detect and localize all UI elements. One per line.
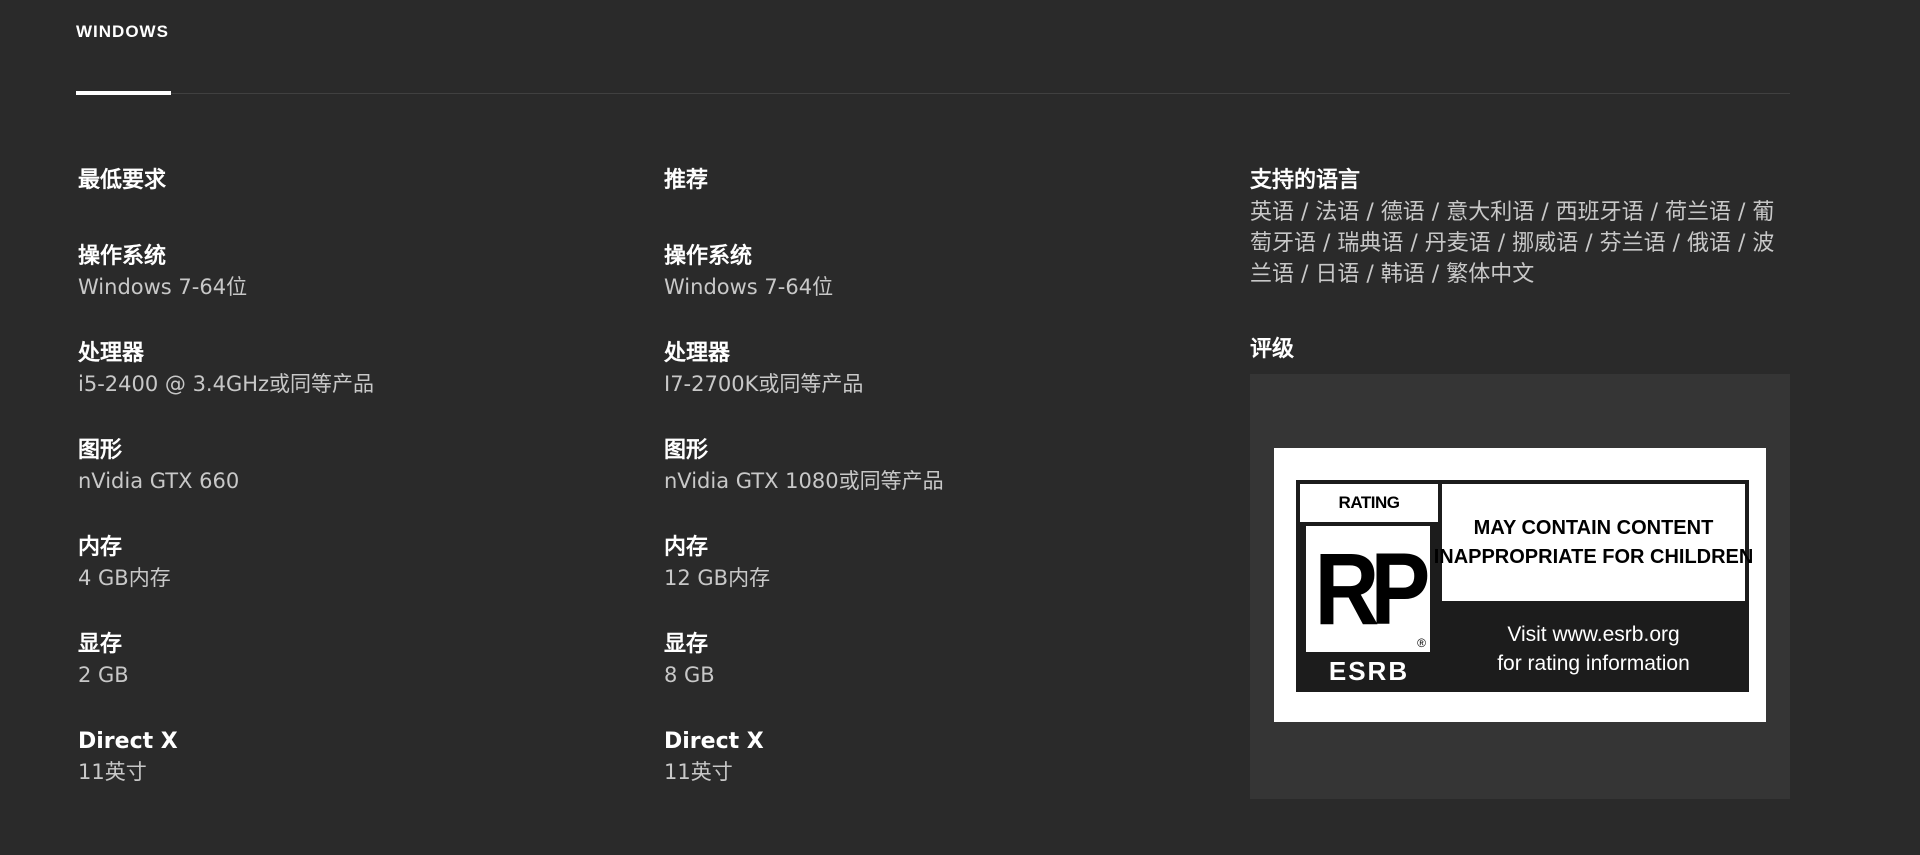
spec-value: Windows 7-64位 bbox=[664, 275, 834, 299]
spec-os: 操作系统 Windows 7-64位 bbox=[664, 241, 1184, 338]
tab-divider bbox=[76, 93, 1790, 94]
spec-memory: 内存 12 GB内存 bbox=[664, 532, 1184, 629]
system-requirements-page: WINDOWS 最低要求 操作系统 Windows 7-64位 处理器 i5-2… bbox=[0, 0, 1920, 855]
spec-label: 处理器 bbox=[664, 341, 731, 366]
active-tab-indicator bbox=[76, 91, 171, 95]
spec-graphics: 图形 nVidia GTX 1080或同等产品 bbox=[664, 435, 1184, 532]
rating-title: 评级 bbox=[1250, 337, 1295, 362]
spec-processor: 处理器 i5-2400 @ 3.4GHz或同等产品 bbox=[78, 338, 598, 435]
registered-mark: ® bbox=[1417, 636, 1426, 650]
esrb-visit-info: Visit www.esrb.org for rating informatio… bbox=[1442, 609, 1745, 688]
esrb-content-descriptor: MAY CONTAIN CONTENT INAPPROPRIATE FOR CH… bbox=[1434, 484, 1753, 601]
spec-value: 12 GB内存 bbox=[664, 566, 771, 590]
spec-value: 8 GB bbox=[664, 663, 715, 687]
spec-label: 内存 bbox=[78, 535, 123, 560]
spec-label: 图形 bbox=[78, 438, 123, 463]
esrb-symbol-box: RP ® bbox=[1306, 526, 1430, 652]
languages-rating-column: 支持的语言 英语 / 法语 / 德语 / 意大利语 / 西班牙语 / 荷兰语 /… bbox=[1250, 165, 1790, 799]
spec-value: 11英寸 bbox=[78, 760, 147, 784]
esrb-content-line: INAPPROPRIATE FOR CHILDREN bbox=[1433, 545, 1754, 568]
esrb-content-line: MAY CONTAIN CONTENT bbox=[1473, 516, 1714, 539]
esrb-brand-label: ESRB bbox=[1328, 656, 1410, 686]
spec-vram: 显存 8 GB bbox=[664, 629, 1184, 726]
esrb-label-frame: RATING PENDING RP ® ESRB MAY CONTAIN CON… bbox=[1296, 480, 1753, 692]
spec-label: 操作系统 bbox=[664, 244, 753, 269]
spec-label: 内存 bbox=[664, 535, 709, 560]
recommended-requirements-title: 推荐 bbox=[664, 168, 709, 193]
spec-value: nVidia GTX 660 bbox=[78, 469, 240, 493]
spec-graphics: 图形 nVidia GTX 660 bbox=[78, 435, 598, 532]
esrb-rating-pending-label: RATING PENDING bbox=[1332, 493, 1406, 550]
tab-windows[interactable]: WINDOWS bbox=[76, 22, 169, 42]
spec-label: Direct X bbox=[78, 729, 178, 754]
spec-label: 操作系统 bbox=[78, 244, 167, 269]
spec-label: 处理器 bbox=[78, 341, 145, 366]
spec-directx: Direct X 11英寸 bbox=[664, 726, 1184, 823]
recommended-spec-list: 操作系统 Windows 7-64位 处理器 I7-2700K或同等产品 图形 … bbox=[664, 241, 1184, 823]
esrb-rp-symbol: RP bbox=[1314, 532, 1430, 646]
spec-value: I7-2700K或同等产品 bbox=[664, 372, 864, 396]
spec-processor: 处理器 I7-2700K或同等产品 bbox=[664, 338, 1184, 435]
esrb-visit-line: for rating information bbox=[1497, 651, 1690, 675]
spec-vram: 显存 2 GB bbox=[78, 629, 598, 726]
minimum-spec-list: 操作系统 Windows 7-64位 处理器 i5-2400 @ 3.4GHz或… bbox=[78, 241, 598, 823]
spec-label: 显存 bbox=[78, 632, 123, 657]
spec-value: 4 GB内存 bbox=[78, 566, 171, 590]
esrb-icon: RATING PENDING RP ® ESRB bbox=[1300, 484, 1438, 688]
supported-languages-title: 支持的语言 bbox=[1250, 168, 1361, 193]
esrb-symbol-block: RP ® ESRB bbox=[1300, 522, 1438, 688]
rating-panel: RATING PENDING RP ® ESRB MAY CONTAIN CON… bbox=[1250, 374, 1790, 799]
spec-value: i5-2400 @ 3.4GHz或同等产品 bbox=[78, 372, 375, 396]
esrb-visit-line: Visit www.esrb.org bbox=[1507, 622, 1680, 646]
supported-languages-list: 英语 / 法语 / 德语 / 意大利语 / 西班牙语 / 荷兰语 / 葡萄牙语 … bbox=[1250, 200, 1775, 287]
spec-label: 显存 bbox=[664, 632, 709, 657]
spec-memory: 内存 4 GB内存 bbox=[78, 532, 598, 629]
spec-os: 操作系统 Windows 7-64位 bbox=[78, 241, 598, 338]
minimum-requirements-column: 最低要求 操作系统 Windows 7-64位 处理器 i5-2400 @ 3.… bbox=[78, 165, 598, 823]
spec-directx: Direct X 11英寸 bbox=[78, 726, 598, 823]
minimum-requirements-title: 最低要求 bbox=[78, 168, 167, 193]
spec-label: 图形 bbox=[664, 438, 709, 463]
esrb-rating-card: RATING PENDING RP ® ESRB MAY CONTAIN CON… bbox=[1274, 448, 1766, 722]
platform-tabs: WINDOWS bbox=[76, 0, 1790, 96]
spec-value: 11英寸 bbox=[664, 760, 733, 784]
spec-label: Direct X bbox=[664, 729, 764, 754]
recommended-requirements-column: 推荐 操作系统 Windows 7-64位 处理器 I7-2700K或同等产品 … bbox=[664, 165, 1184, 823]
spec-value: 2 GB bbox=[78, 663, 129, 687]
spec-value: nVidia GTX 1080或同等产品 bbox=[664, 469, 944, 493]
spec-value: Windows 7-64位 bbox=[78, 275, 248, 299]
